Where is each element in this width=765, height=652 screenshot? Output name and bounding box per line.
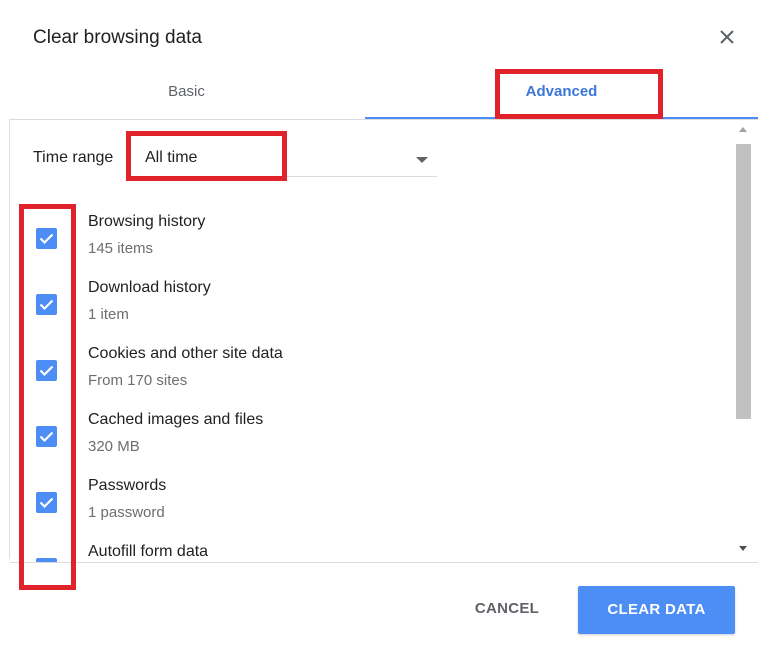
clear-browsing-data-dialog: Clear browsing data Basic Advanced Time … <box>0 0 765 652</box>
dialog-title: Clear browsing data <box>33 27 202 48</box>
time-range-label: Time range <box>33 149 114 166</box>
item-title: Autofill form data <box>88 543 209 560</box>
item-subtitle: 1 item <box>88 306 129 323</box>
tabs-divider <box>10 119 758 120</box>
clear-data-button[interactable]: CLEAR DATA <box>578 586 735 634</box>
item-title: Cookies and other site data <box>88 345 283 362</box>
item-subtitle: 1 password <box>88 504 165 521</box>
tab-basic[interactable]: Basic <box>10 70 363 118</box>
list-scrollbar[interactable] <box>735 122 753 562</box>
list-item-cookies: Cookies and other site data From 170 sit… <box>0 332 735 398</box>
item-subtitle: 145 items <box>88 240 154 257</box>
list-item-cached-images: Cached images and files 320 MB <box>0 398 735 464</box>
close-button[interactable] <box>712 22 742 52</box>
item-title: Passwords <box>88 477 167 494</box>
cancel-button[interactable]: CANCEL <box>451 586 563 632</box>
item-title: Cached images and files <box>88 411 264 428</box>
chevron-down-icon <box>416 157 428 163</box>
item-title: Download history <box>88 279 211 296</box>
tab-basic-label: Basic <box>168 83 205 100</box>
list-item-passwords: Passwords 1 password <box>0 464 735 530</box>
close-icon <box>720 30 734 44</box>
list-item-autofill: Autofill form data <box>0 530 735 562</box>
item-subtitle: From 170 sites <box>88 372 188 389</box>
scroll-up-arrow-icon[interactable] <box>739 127 747 132</box>
highlight-box-time-range <box>126 131 287 181</box>
item-title: Browsing history <box>88 213 206 230</box>
scrollbar-thumb[interactable] <box>736 144 751 419</box>
data-type-list: Browsing history 145 items Download hist… <box>0 200 735 562</box>
highlight-box-advanced-tab <box>495 69 663 119</box>
highlight-box-checkboxes <box>19 204 76 590</box>
list-item-browsing-history: Browsing history 145 items <box>0 200 735 266</box>
item-subtitle: 320 MB <box>88 438 140 455</box>
scroll-down-arrow-icon[interactable] <box>739 546 747 551</box>
list-item-download-history: Download history 1 item <box>0 266 735 332</box>
footer-divider <box>10 562 758 563</box>
